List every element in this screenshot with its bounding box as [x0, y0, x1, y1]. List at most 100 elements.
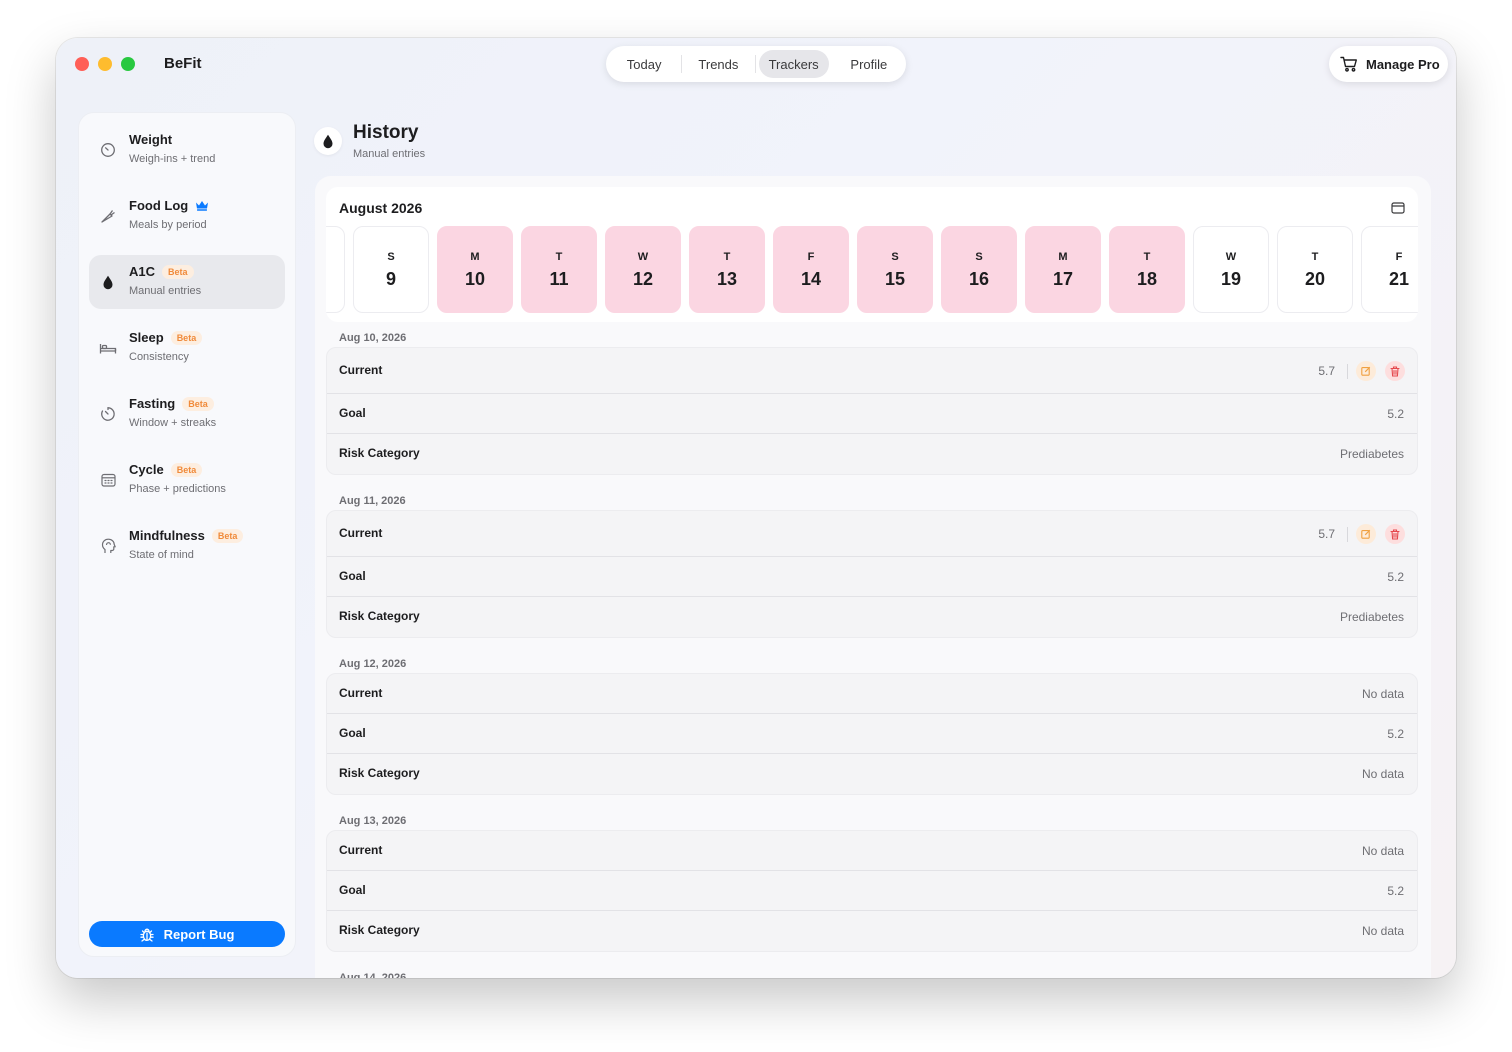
calendar-day[interactable]: F 21 — [1361, 226, 1418, 313]
entry-row-value: 5.7 — [1318, 364, 1335, 378]
tab-profile[interactable]: Profile — [836, 50, 902, 78]
sidebar-item-label: Weight — [129, 132, 173, 147]
entry-row-label: Current — [339, 686, 383, 700]
sidebar-item-title: Mindfulness Beta — [129, 528, 244, 543]
entry-date-label: Aug 10, 2026 — [339, 332, 407, 344]
entry-row-value: No data — [1361, 687, 1404, 701]
calendar-day[interactable]: M 10 — [437, 226, 513, 313]
tab-trackers[interactable]: Trackers — [758, 50, 829, 78]
beta-badge: Beta — [182, 396, 214, 411]
calendar-day[interactable]: S9 — [353, 226, 429, 313]
manage-pro-label: Manage Pro — [1366, 56, 1440, 72]
sidebar-item-mindfulness[interactable]: Mindfulness Beta State of mind — [89, 519, 285, 573]
calendar-day-number: 12 — [632, 269, 654, 289]
sidebar-item-weight[interactable]: Weight Weigh-ins + trend — [89, 123, 285, 177]
entry-group: Current 5.7 Goal 5.2 Risk Category Prediabete… — [326, 347, 1418, 475]
calendar-day-letter: S — [975, 251, 983, 263]
calendar-day[interactable]: T 18 — [1109, 226, 1185, 313]
entry-row-value: Prediabetes — [1339, 447, 1404, 461]
calendar-day-number: 13 — [716, 269, 738, 289]
minimize-window-button[interactable] — [98, 57, 112, 71]
sidebar-item-label: Fasting — [129, 396, 176, 411]
entry-row-value: 5.2 — [1387, 407, 1404, 421]
calendar-day-number: 17 — [1052, 269, 1074, 289]
calendar-day-letter: M — [470, 251, 480, 263]
calendar-day-letter: F — [807, 251, 815, 263]
sidebar-item-a1c[interactable]: A1C Beta Manual entries — [89, 255, 285, 309]
calendar-days-row[interactable]: S8S9M10T11W12T13F14S15S16M17T18W19T20F21 — [326, 226, 1418, 314]
calendar-day[interactable]: S 15 — [857, 226, 933, 313]
calendar-day-number: 20 — [1304, 269, 1326, 289]
sidebar-item-label: Sleep — [129, 330, 164, 345]
tab-today[interactable]: Today — [610, 50, 678, 78]
calendar-strip: August 2026 S8S9M10T11W12T13F14S15S16M17… — [326, 187, 1418, 322]
manage-pro-button[interactable]: Manage Pro — [1329, 46, 1448, 82]
entry-row-label: Goal — [339, 726, 366, 740]
report-bug-label: Report Bug — [163, 926, 235, 942]
gauge-icon — [99, 141, 117, 159]
sidebar-item-food-log[interactable]: Food Log Meals by period — [89, 189, 285, 243]
sidebar-item-title: Weight — [129, 132, 172, 147]
tab-divider — [681, 55, 683, 73]
calendar-day-letter: W — [1225, 251, 1237, 263]
calendar-day-letter: T — [555, 251, 563, 263]
trash-icon[interactable] — [1385, 361, 1405, 381]
bug-icon — [139, 927, 154, 942]
close-window-button[interactable] — [75, 57, 89, 71]
entry-row: Current 5.7 — [327, 511, 1417, 557]
sidebar-item-cycle[interactable]: Cycle Beta Phase + predictions — [89, 453, 285, 507]
calendar-day-letter: T — [1143, 251, 1151, 263]
calendar-day[interactable]: W 12 — [605, 226, 681, 313]
calendar-day[interactable]: S8 — [326, 226, 345, 313]
sidebar-item-title: A1C Beta — [129, 264, 194, 279]
tab-trends[interactable]: Trends — [685, 50, 751, 78]
trash-icon[interactable] — [1385, 524, 1405, 544]
calendar-day-number: 16 — [968, 269, 990, 289]
sidebar-item-subtitle: Manual entries — [129, 285, 202, 297]
entry-row: Goal 5.2 — [327, 871, 1417, 911]
row-separator — [1347, 527, 1348, 542]
tab-divider — [832, 55, 833, 73]
calendar-day[interactable]: W 19 — [1193, 226, 1269, 313]
calendar-month-label: August 2026 — [339, 200, 423, 216]
entry-row: Current 5.7 — [327, 348, 1417, 394]
edit-icon[interactable] — [1356, 361, 1376, 381]
entry-row-label: Goal — [339, 569, 366, 583]
entry-row: Current No data — [327, 674, 1417, 714]
calendar-day[interactable]: S 16 — [941, 226, 1017, 313]
calendar-day-letter: F — [1395, 251, 1403, 263]
entry-group: Current No data Goal 5.2 Risk Category No dat… — [326, 673, 1418, 795]
sidebar-item-title: Food Log — [129, 198, 209, 213]
sidebar-item-label: A1C — [129, 264, 156, 279]
calendar-day[interactable]: T 20 — [1277, 226, 1353, 313]
row-separator — [1347, 364, 1348, 379]
history-panel: August 2026 S8S9M10T11W12T13F14S15S16M17… — [315, 176, 1431, 978]
entry-row-label: Current — [339, 843, 383, 857]
calendar-day[interactable]: T 13 — [689, 226, 765, 313]
entry-row-label: Goal — [339, 406, 366, 420]
entry-row-label: Current — [339, 526, 383, 540]
report-bug-button[interactable]: Report Bug — [89, 921, 285, 947]
zoom-window-button[interactable] — [121, 57, 135, 71]
page-title: History — [353, 122, 419, 143]
calendar-day-letter: M — [1058, 251, 1068, 263]
edit-icon[interactable] — [1356, 524, 1376, 544]
drop-icon — [314, 127, 342, 155]
entry-date-label: Aug 11, 2026 — [339, 495, 406, 507]
beta-badge: Beta — [170, 462, 203, 477]
calendar-day-letter: T — [1311, 251, 1319, 263]
calendar-day[interactable]: F 14 — [773, 226, 849, 313]
tab-divider — [754, 55, 756, 73]
calendar-day[interactable]: T 11 — [521, 226, 597, 313]
entry-row-value: 5.2 — [1387, 727, 1404, 741]
entry-row-label: Risk Category — [339, 609, 420, 623]
calendar-day[interactable]: M 17 — [1025, 226, 1101, 313]
sidebar-item-sleep[interactable]: Sleep Beta Consistency — [89, 321, 285, 375]
entry-row-label: Risk Category — [339, 766, 420, 780]
sidebar-item-fasting[interactable]: Fasting Beta Window + streaks — [89, 387, 285, 441]
calendar-day-letter: S — [891, 251, 899, 263]
sidebar-item-subtitle: Consistency — [129, 351, 189, 363]
entry-row-value: Prediabetes — [1339, 610, 1404, 624]
app-title: BeFit — [164, 55, 202, 72]
calendar-icon[interactable] — [1391, 201, 1405, 215]
